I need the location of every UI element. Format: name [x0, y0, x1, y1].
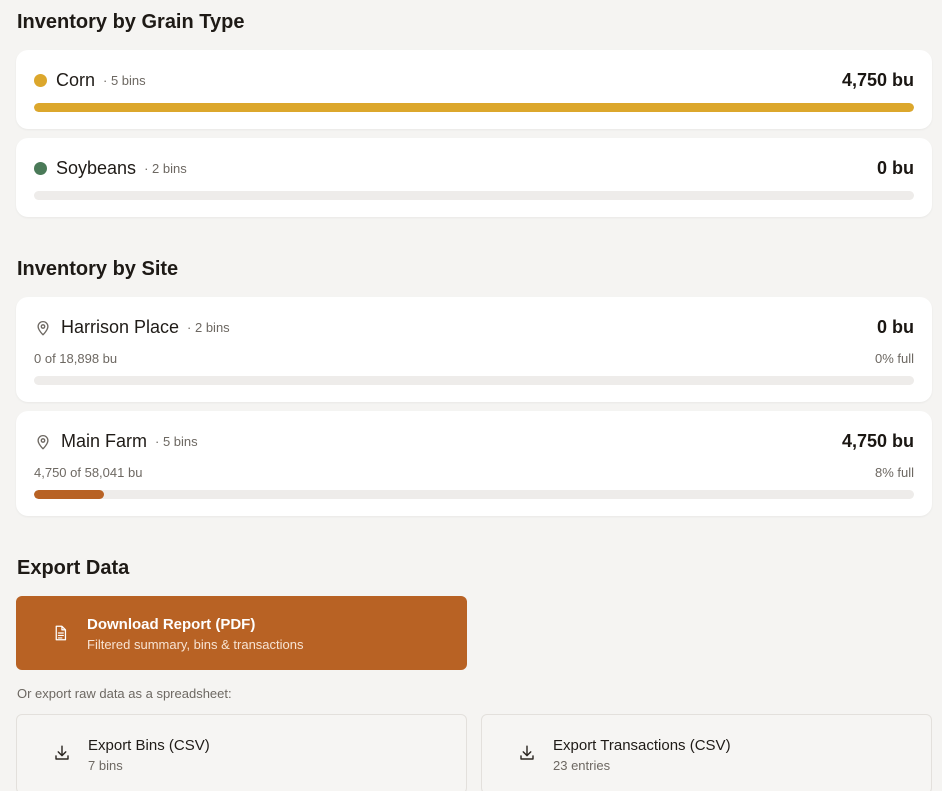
site-capacity: 0 of 18,898 bu	[34, 351, 118, 366]
export-section-title: Export Data	[17, 557, 130, 579]
grain-progress-fill	[34, 103, 914, 112]
grain-bin-count: · 5 bins	[103, 73, 146, 88]
site-progress-fill	[34, 490, 105, 499]
grain-name: Soybeans	[56, 158, 137, 178]
grain-bin-count: · 2 bins	[144, 161, 187, 176]
site-name: Main Farm	[61, 431, 148, 451]
grain-card-soybeans: Soybeans · 2 bins 0 bu	[16, 138, 932, 217]
site-card-harrison-place: Harrison Place · 2 bins 0 bu 0 of 18,898…	[16, 297, 932, 402]
download-pdf-button[interactable]: Download Report (PDF) Filtered summary, …	[16, 596, 467, 670]
download-pdf-sublabel: Filtered summary, bins & transactions	[87, 637, 304, 652]
grain-card-corn: Corn · 5 bins 4,750 bu	[16, 50, 932, 129]
export-bins-label: Export Bins (CSV)	[88, 737, 210, 754]
site-progress-track	[34, 376, 914, 385]
site-capacity: 4,750 of 58,041 bu	[34, 465, 143, 480]
grain-progress-track	[34, 191, 914, 200]
download-pdf-label: Download Report (PDF)	[87, 616, 256, 633]
site-percent-full: 8% full	[874, 465, 914, 480]
site-bin-count: · 2 bins	[187, 320, 230, 335]
export-hint: Or export raw data as a spreadsheet:	[17, 686, 232, 701]
soybeans-color-dot	[34, 162, 47, 175]
download-icon	[520, 745, 534, 760]
grain-amount: 4,750 bu	[841, 70, 914, 90]
site-name: Harrison Place	[61, 317, 180, 337]
site-amount: 4,750 bu	[841, 431, 914, 451]
grain-progress-track	[34, 103, 914, 112]
map-pin-icon	[37, 320, 49, 335]
map-pin-icon	[37, 434, 49, 449]
site-progress-track	[34, 490, 914, 499]
corn-color-dot	[34, 74, 47, 87]
site-card-main-farm: Main Farm · 5 bins 4,750 bu 4,750 of 58,…	[16, 411, 932, 516]
export-transactions-sublabel: 23 entries	[553, 758, 611, 773]
download-icon	[55, 745, 69, 760]
site-bin-count: · 5 bins	[155, 434, 198, 449]
export-bins-button[interactable]: Export Bins (CSV) 7 bins	[16, 714, 467, 791]
document-icon	[55, 625, 67, 641]
grain-name: Corn	[56, 70, 96, 90]
grain-section-title: Inventory by Grain Type	[17, 11, 245, 33]
export-transactions-label: Export Transactions (CSV)	[553, 737, 731, 754]
site-amount: 0 bu	[876, 317, 914, 337]
site-section-title: Inventory by Site	[17, 258, 179, 280]
grain-amount: 0 bu	[876, 158, 914, 178]
site-percent-full: 0% full	[874, 351, 914, 366]
export-bins-sublabel: 7 bins	[88, 758, 123, 773]
export-transactions-button[interactable]: Export Transactions (CSV) 23 entries	[481, 714, 932, 791]
